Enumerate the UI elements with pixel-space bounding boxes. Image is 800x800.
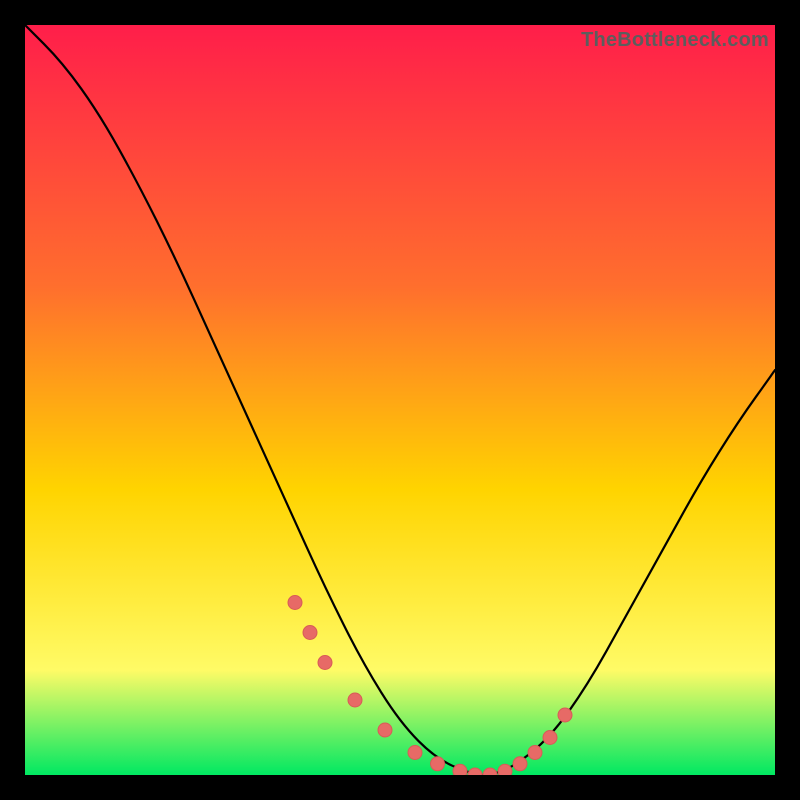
curve-marker <box>498 764 512 775</box>
curve-marker <box>348 693 362 707</box>
watermark-text: TheBottleneck.com <box>581 29 769 52</box>
curve-marker <box>431 757 445 771</box>
curve-marker <box>378 723 392 737</box>
curve-marker <box>558 708 572 722</box>
curve-marker <box>303 626 317 640</box>
curve-marker <box>453 764 467 775</box>
curve-marker <box>513 757 527 771</box>
chart-frame: TheBottleneck.com <box>25 25 775 775</box>
curve-marker <box>288 596 302 610</box>
curve-marker <box>408 746 422 760</box>
curve-marker <box>318 656 332 670</box>
chart-canvas <box>25 25 775 775</box>
gradient-background <box>25 25 775 775</box>
curve-marker <box>528 746 542 760</box>
curve-marker <box>543 731 557 745</box>
